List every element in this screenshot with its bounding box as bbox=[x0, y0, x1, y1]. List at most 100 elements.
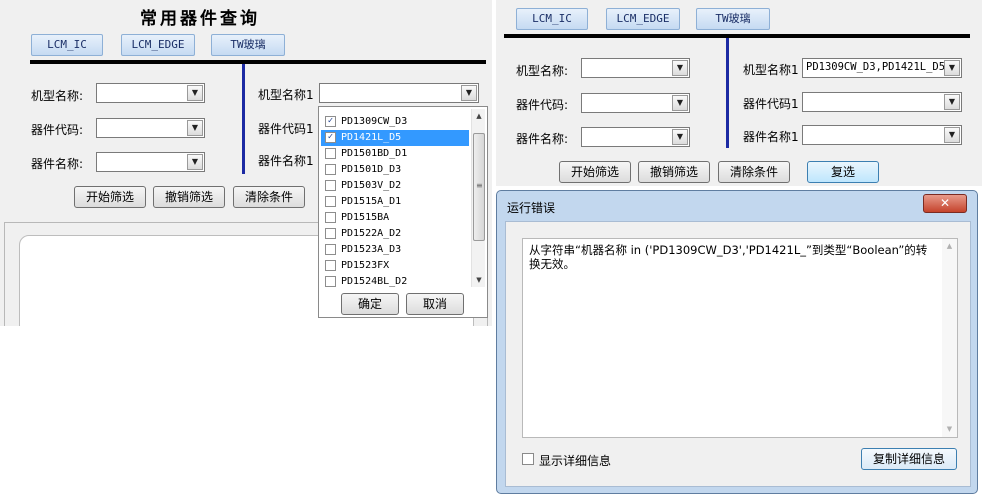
chevron-down-icon[interactable]: ▼ bbox=[944, 60, 960, 76]
list-item-label: PD1503V_D2 bbox=[341, 180, 402, 191]
checkbox-icon[interactable] bbox=[325, 260, 336, 271]
checkbox-icon[interactable] bbox=[325, 276, 336, 287]
dialog-title: 运行错误 bbox=[507, 201, 556, 215]
chevron-down-icon[interactable]: ▼ bbox=[672, 95, 688, 111]
clear-conditions-button[interactable]: 清除条件 bbox=[718, 161, 790, 183]
grip-icon: ≡ bbox=[476, 181, 483, 190]
list-item[interactable]: PD1523FX bbox=[321, 258, 469, 274]
column-divider bbox=[242, 64, 245, 174]
part-name-combo[interactable]: ▼ bbox=[96, 152, 205, 172]
page-title: 常用器件查询 bbox=[140, 9, 260, 29]
cancel-button[interactable]: 取消 bbox=[406, 293, 464, 315]
tab-lcm-edge[interactable]: LCM_EDGE bbox=[606, 8, 680, 30]
scroll-up-icon[interactable]: ▲ bbox=[472, 109, 486, 123]
part-code-combo[interactable]: ▼ bbox=[96, 118, 205, 138]
model-name-label: 机型名称: bbox=[31, 89, 84, 103]
start-filter-button[interactable]: 开始筛选 bbox=[559, 161, 631, 183]
column-divider bbox=[726, 38, 729, 148]
left-query-window: 常用器件查询 LCM_IC LCM_EDGE TW玻璃 机型名称: ▼ 器件代码… bbox=[0, 0, 492, 326]
close-icon[interactable]: ✕ bbox=[923, 194, 967, 213]
model-name-1-combo[interactable]: ▼ bbox=[319, 83, 479, 103]
checkbox-icon[interactable] bbox=[325, 244, 336, 255]
checkbox-icon[interactable] bbox=[325, 148, 336, 159]
checkbox-icon[interactable] bbox=[325, 212, 336, 223]
tab-tw-glass[interactable]: TW玻璃 bbox=[211, 34, 285, 56]
tab-lcm-edge[interactable]: LCM_EDGE bbox=[121, 34, 195, 56]
copy-details-button[interactable]: 复制详细信息 bbox=[861, 448, 957, 470]
list-item[interactable]: PD1515A_D1 bbox=[321, 194, 469, 210]
confirm-button[interactable]: 确定 bbox=[341, 293, 399, 315]
chevron-down-icon[interactable]: ▼ bbox=[672, 60, 688, 76]
error-message: 从字符串“机器名称 in ('PD1309CW_D3','PD1421L_”到类… bbox=[529, 243, 928, 271]
model-name-1-combo[interactable]: PD1309CW_D3,PD1421L_D5 ▼ bbox=[802, 58, 962, 78]
checkbox-icon[interactable] bbox=[325, 196, 336, 207]
list-item-label: PD1501BD_D1 bbox=[341, 148, 408, 159]
tab-lcm-ic[interactable]: LCM_IC bbox=[31, 34, 103, 56]
clear-conditions-button[interactable]: 清除条件 bbox=[233, 186, 305, 208]
part-name-1-label: 器件名称1 bbox=[743, 130, 799, 144]
multi-select-button[interactable]: 复选 bbox=[807, 161, 879, 183]
tab-lcm-ic[interactable]: LCM_IC bbox=[516, 8, 588, 30]
runtime-error-dialog: 运行错误 ✕ 从字符串“机器名称 in ('PD1309CW_D3','PD14… bbox=[496, 190, 978, 494]
model-name-1-label: 机型名称1 bbox=[258, 88, 314, 102]
scroll-thumb[interactable]: ≡ bbox=[473, 133, 485, 241]
model-name-1-dropdown[interactable]: ✓ PD1309CW_D3 ✓ PD1421L_D5 PD1501BD_D1 PD1501… bbox=[318, 106, 488, 318]
list-item[interactable]: PD1501D_D3 bbox=[321, 162, 469, 178]
right-query-window: LCM_IC LCM_EDGE TW玻璃 机型名称: ▼ 器件代码: ▼ 器件名… bbox=[496, 0, 982, 186]
undo-filter-button[interactable]: 撤销筛选 bbox=[638, 161, 710, 183]
checkbox-icon[interactable]: ✓ bbox=[325, 132, 336, 143]
model-name-combo[interactable]: ▼ bbox=[96, 83, 205, 103]
error-message-box[interactable]: 从字符串“机器名称 in ('PD1309CW_D3','PD1421L_”到类… bbox=[522, 238, 958, 438]
dialog-body: 从字符串“机器名称 in ('PD1309CW_D3','PD1421L_”到类… bbox=[505, 221, 971, 487]
chevron-down-icon[interactable]: ▼ bbox=[187, 120, 203, 136]
part-name-1-combo[interactable]: ▼ bbox=[802, 125, 962, 145]
checkbox-icon[interactable] bbox=[325, 164, 336, 175]
header-divider bbox=[504, 34, 970, 38]
checkbox-icon[interactable] bbox=[325, 180, 336, 191]
part-name-label: 器件名称: bbox=[31, 157, 84, 171]
part-name-label: 器件名称: bbox=[516, 132, 569, 146]
scroll-down-icon[interactable]: ▼ bbox=[472, 273, 486, 287]
model-name-combo[interactable]: ▼ bbox=[581, 58, 690, 78]
part-code-1-label: 器件代码1 bbox=[258, 122, 314, 136]
list-item[interactable]: ✓ PD1309CW_D3 bbox=[321, 114, 469, 130]
list-item[interactable]: PD1515BA bbox=[321, 210, 469, 226]
chevron-down-icon[interactable]: ▼ bbox=[187, 154, 203, 170]
chevron-down-icon[interactable]: ▼ bbox=[461, 85, 477, 101]
scroll-down-icon[interactable]: ▼ bbox=[942, 425, 957, 433]
list-item[interactable]: PD1503V_D2 bbox=[321, 178, 469, 194]
list-item[interactable]: PD1501BD_D1 bbox=[321, 146, 469, 162]
chevron-down-icon[interactable]: ▼ bbox=[187, 85, 203, 101]
list-item-label: PD1523A_D3 bbox=[341, 244, 402, 255]
chevron-down-icon[interactable]: ▼ bbox=[944, 94, 960, 110]
model-name-1-label: 机型名称1 bbox=[743, 63, 799, 77]
list-item-label: PD1309CW_D3 bbox=[341, 116, 408, 127]
part-code-1-combo[interactable]: ▼ bbox=[802, 92, 962, 112]
checkbox-icon[interactable] bbox=[325, 228, 336, 239]
model-name-1-value: PD1309CW_D3,PD1421L_D5 bbox=[806, 61, 946, 73]
chevron-down-icon[interactable]: ▼ bbox=[944, 127, 960, 143]
tab-tw-glass[interactable]: TW玻璃 bbox=[696, 8, 770, 30]
list-item-label: PD1522A_D2 bbox=[341, 228, 402, 239]
list-item[interactable]: PD1523A_D3 bbox=[321, 242, 469, 258]
undo-filter-button[interactable]: 撤销筛选 bbox=[153, 186, 225, 208]
list-item[interactable]: ✓ PD1421L_D5 bbox=[321, 130, 469, 146]
list-item[interactable]: PD1522A_D2 bbox=[321, 226, 469, 242]
show-details-label: 显示详细信息 bbox=[539, 454, 612, 468]
checkbox-box[interactable] bbox=[522, 453, 534, 465]
list-item[interactable]: PD1524BL_D2 bbox=[321, 274, 469, 290]
message-scrollbar[interactable]: ▲ ▼ bbox=[942, 239, 957, 437]
part-code-combo[interactable]: ▼ bbox=[581, 93, 690, 113]
part-code-label: 器件代码: bbox=[516, 98, 569, 112]
checkbox-icon[interactable]: ✓ bbox=[325, 116, 336, 127]
list-item-label: PD1524BL_D2 bbox=[341, 276, 408, 287]
list-item-label: PD1515A_D1 bbox=[341, 196, 402, 207]
model-list: ✓ PD1309CW_D3 ✓ PD1421L_D5 PD1501BD_D1 PD1501… bbox=[319, 107, 471, 287]
start-filter-button[interactable]: 开始筛选 bbox=[74, 186, 146, 208]
list-item-label: PD1501D_D3 bbox=[341, 164, 402, 175]
part-name-1-label: 器件名称1 bbox=[258, 154, 314, 168]
part-name-combo[interactable]: ▼ bbox=[581, 127, 690, 147]
dropdown-scrollbar[interactable]: ▲ ≡ ▼ bbox=[471, 109, 485, 287]
chevron-down-icon[interactable]: ▼ bbox=[672, 129, 688, 145]
scroll-up-icon[interactable]: ▲ bbox=[942, 242, 957, 250]
